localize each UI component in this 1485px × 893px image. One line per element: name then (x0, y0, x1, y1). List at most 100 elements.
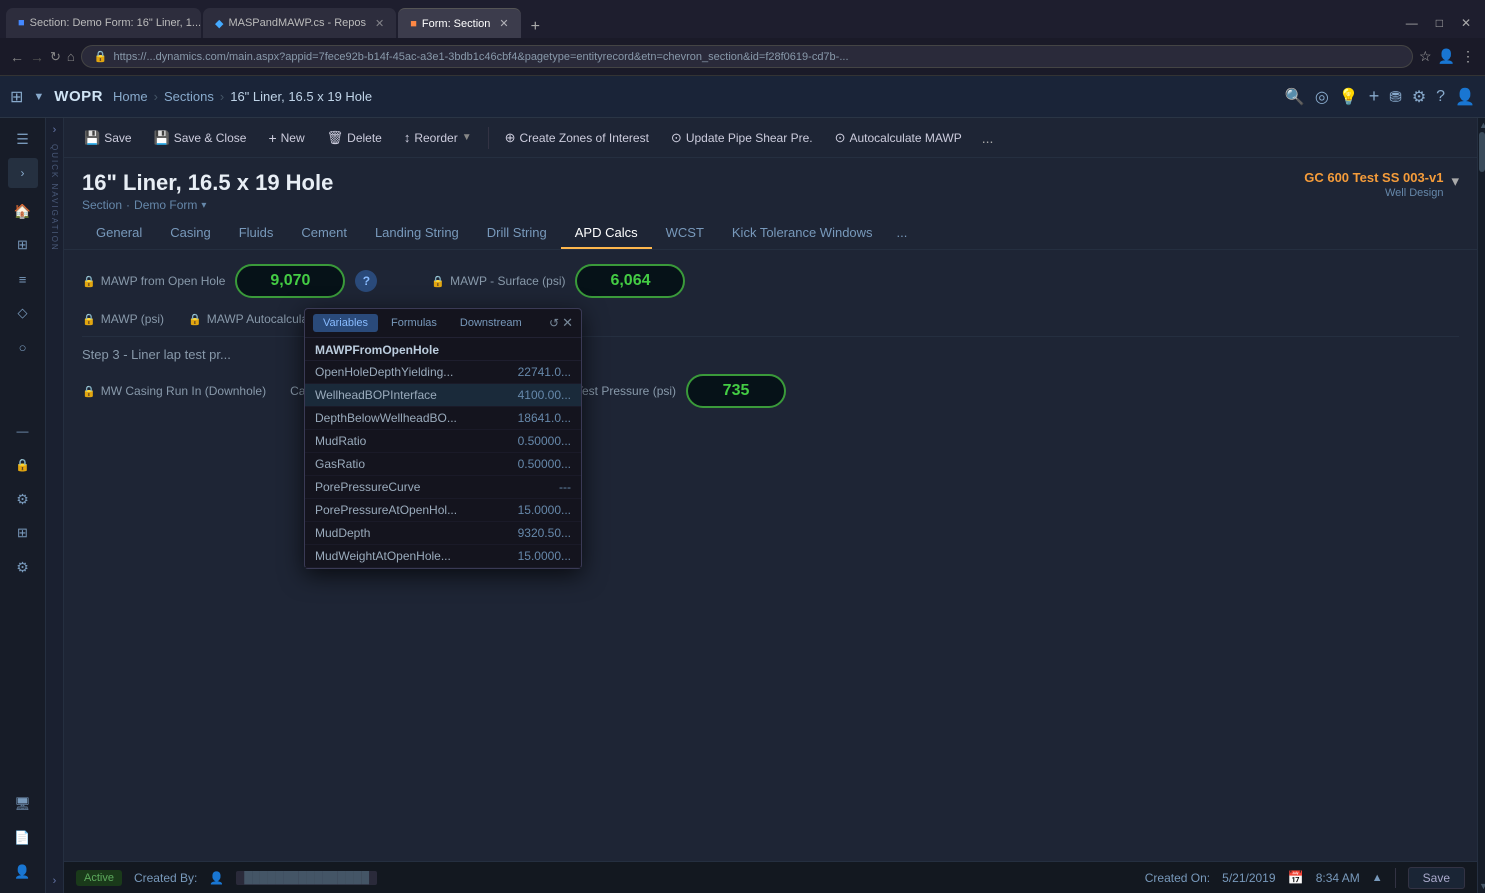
window-maximize[interactable]: □ (1428, 12, 1451, 34)
scroll-up-arrow[interactable]: ▲ (1479, 120, 1484, 130)
sidebar-home-icon[interactable]: 🏠 (8, 196, 38, 226)
new-tab-button[interactable]: + (523, 18, 548, 36)
help-icon[interactable]: ? (1436, 88, 1445, 106)
popup-row-2[interactable]: DepthBelowWellheadBO... 18641.0... (305, 407, 581, 430)
browser-tab-2[interactable]: ◆ MASPandMAWP.cs - Repos ✕ (203, 8, 396, 38)
sidebar-person-icon[interactable]: ◇ (8, 298, 38, 328)
reorder-button[interactable]: ↕ Reorder ▼ (394, 126, 482, 149)
popup-panel: Variables Formulas Downstream ↺ ✕ MAWPFr… (304, 308, 582, 569)
gear-icon[interactable]: ⚙ (1412, 87, 1426, 107)
reload-button[interactable]: ↻ (50, 49, 61, 65)
quick-nav-chevron-down[interactable]: › (53, 875, 57, 887)
statusbar-save-button[interactable]: Save (1408, 867, 1465, 889)
settings-icon[interactable]: ⋮ (1461, 48, 1475, 65)
mawp-open-hole-input[interactable]: 9,070 (235, 264, 345, 298)
user-icon[interactable]: 👤 (1455, 87, 1475, 107)
popup-row-value-7: 9320.50... (518, 526, 571, 540)
well-design-link[interactable]: GC 600 Test SS 003-v1 (1304, 170, 1443, 185)
save-close-button[interactable]: 💾 Save & Close (144, 126, 257, 150)
forward-button[interactable]: → (30, 49, 44, 65)
sidebar-tree-icon[interactable]: ⊞ (8, 230, 38, 260)
window-close[interactable]: ✕ (1453, 12, 1479, 34)
popup-tab-formulas[interactable]: Formulas (381, 314, 447, 332)
sidebar-monitor-icon[interactable]: 🖥 (8, 789, 38, 819)
tab3-close[interactable]: ✕ (499, 17, 508, 30)
right-scrollbar[interactable]: ▲ ▼ (1477, 118, 1485, 893)
popup-row-0[interactable]: OpenHoleDepthYielding... 22741.0... (305, 361, 581, 384)
autocalculate-button[interactable]: ⊙ Autocalculate MAWP (825, 126, 972, 150)
popup-tab-downstream[interactable]: Downstream (450, 314, 532, 332)
time-chevron[interactable]: ▲ (1372, 872, 1383, 884)
address-input[interactable]: 🔒 https://...dynamics.com/main.aspx?appi… (81, 45, 1413, 68)
home-button[interactable]: ⌂ (67, 49, 75, 64)
tab-kick-tolerance[interactable]: Kick Tolerance Windows (718, 218, 887, 249)
question-badge[interactable]: ? (355, 270, 377, 292)
create-zones-button[interactable]: ⊕ Create Zones of Interest (495, 126, 659, 150)
tab-landing-string[interactable]: Landing String (361, 218, 473, 249)
lightbulb-icon[interactable]: 💡 (1339, 87, 1359, 107)
reorder-chevron[interactable]: ▼ (462, 132, 472, 143)
breadcrumb-home[interactable]: Home (113, 89, 148, 104)
browser-tab-1[interactable]: ■ Section: Demo Form: 16" Liner, 1... ✕ (6, 8, 201, 38)
sidebar-lock-icon[interactable]: 🔒 (8, 450, 38, 480)
bookmark-icon[interactable]: ☆ (1419, 48, 1432, 65)
new-button[interactable]: + New (258, 126, 314, 150)
sidebar-user-icon[interactable]: 👤 (8, 857, 38, 887)
sidebar-cog-icon[interactable]: ⚙ (8, 484, 38, 514)
calendar-icon[interactable]: 📅 (1288, 870, 1304, 886)
popup-row-1[interactable]: WellheadBOPInterface 4100.00... (305, 384, 581, 407)
breadcrumb-sections[interactable]: Sections (164, 89, 214, 104)
popup-refresh[interactable]: ↺ (549, 316, 559, 330)
tab-wcst[interactable]: WCST (652, 218, 718, 249)
tab-casing[interactable]: Casing (156, 218, 224, 249)
scrollbar-thumb[interactable] (1479, 132, 1485, 172)
browser-tab-3[interactable]: ■ Form: Section ✕ (398, 8, 520, 38)
mawp-surface-value[interactable]: 6,064 (575, 264, 685, 298)
sidebar-dot-icon[interactable]: ○ (8, 332, 38, 362)
popup-close[interactable]: ✕ (562, 315, 573, 331)
tab2-close[interactable]: ✕ (375, 17, 384, 30)
popup-row-6[interactable]: PorePressureAtOpenHol... 15.0000... (305, 499, 581, 522)
popup-row-4[interactable]: GasRatio 0.50000... (305, 453, 581, 476)
quick-nav-chevron-right[interactable]: › (53, 124, 57, 136)
toolbar-more[interactable]: ... (974, 126, 1002, 150)
delete-button[interactable]: 🗑 Delete (317, 126, 392, 150)
tab-cement[interactable]: Cement (287, 218, 361, 249)
sidebar-grid-icon[interactable]: ⊞ (8, 518, 38, 548)
grid-icon[interactable]: ⊞ (10, 87, 23, 107)
popup-row-3[interactable]: MudRatio 0.50000... (305, 430, 581, 453)
tab-drill-string[interactable]: Drill String (473, 218, 561, 249)
page-header-chevron[interactable]: ▾ (1451, 172, 1459, 190)
tab-general[interactable]: General (82, 218, 156, 249)
popup-row-5[interactable]: PorePressureCurve --- (305, 476, 581, 499)
breadcrumb-current: 16" Liner, 16.5 x 19 Hole (230, 89, 372, 104)
sidebar-pencil-icon[interactable]: — (8, 416, 38, 446)
filter-icon[interactable]: ⛃ (1389, 88, 1402, 106)
popup-tab-variables[interactable]: Variables (313, 314, 378, 332)
window-minimize[interactable]: — (1398, 12, 1426, 34)
tab-more[interactable]: ... (887, 218, 918, 249)
mawp-lock-icon: 🔒 (82, 275, 96, 288)
form-chevron[interactable]: ▾ (201, 200, 206, 211)
back-button[interactable]: ← (10, 49, 24, 65)
popup-row-7[interactable]: MudDepth 9320.50... (305, 522, 581, 545)
tab-apd-calcs[interactable]: APD Calcs (561, 218, 652, 249)
profile-icon[interactable]: 👤 (1438, 48, 1455, 65)
sidebar-list-icon[interactable]: ≡ (8, 264, 38, 294)
target-icon[interactable]: ◎ (1315, 87, 1329, 107)
tab-fluids[interactable]: Fluids (225, 218, 288, 249)
scroll-down-arrow[interactable]: ▼ (1479, 881, 1484, 891)
search-icon[interactable]: 🔍 (1285, 87, 1305, 107)
form-label[interactable]: Demo Form (134, 198, 197, 212)
sidebar-settings-icon[interactable]: ⚙ (8, 552, 38, 582)
save-button[interactable]: 💾 Save (74, 126, 142, 150)
topnav-collapse-chevron[interactable]: ▼ (33, 91, 44, 103)
sidebar-doc-icon[interactable]: 📄 (8, 823, 38, 853)
update-pipe-button[interactable]: ⊙ Update Pipe Shear Pre. (661, 126, 823, 150)
sidebar-chevron-right[interactable]: › (8, 158, 38, 188)
liner-lap-value[interactable]: 735 (686, 374, 786, 408)
popup-row-8[interactable]: MudWeightAtOpenHole... 15.0000... (305, 545, 581, 568)
popup-row-value-5: --- (559, 480, 571, 494)
sidebar-menu-icon[interactable]: ☰ (8, 124, 38, 154)
plus-icon[interactable]: + (1369, 86, 1380, 107)
